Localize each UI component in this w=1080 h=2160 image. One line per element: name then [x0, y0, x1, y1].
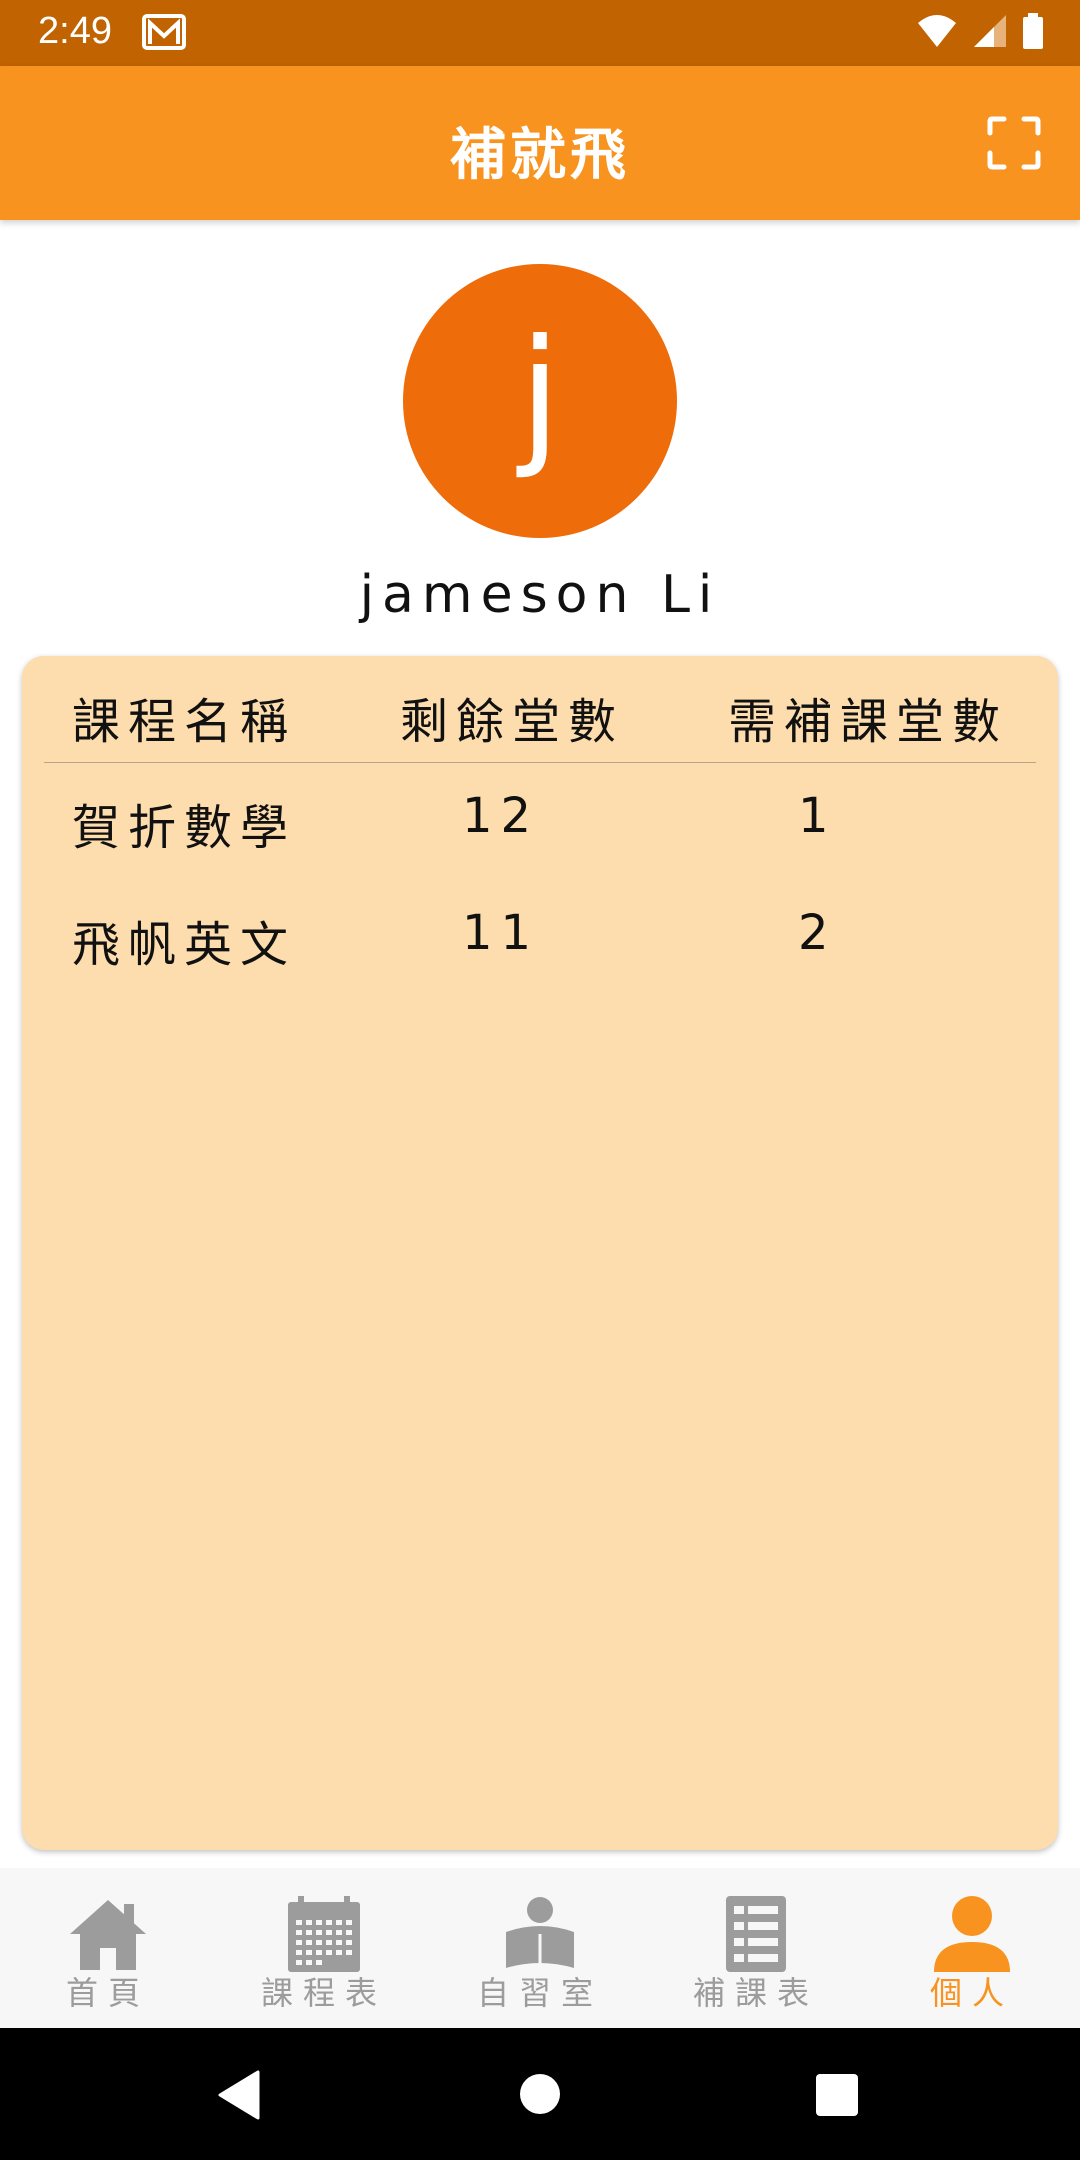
- nav-label-schedule: 課程表: [260, 1974, 387, 2012]
- remaining-count: 11: [462, 905, 540, 961]
- makeup-count: 1: [798, 788, 837, 844]
- bottom-nav: 首頁 課程表 自習室 補課表 個人: [0, 1868, 1080, 2028]
- nav-label-profile: 個人: [929, 1974, 1014, 2012]
- person-icon: [934, 1896, 1010, 1972]
- makeup-count: 2: [798, 905, 837, 961]
- battery-icon: [1022, 13, 1044, 53]
- table-row: 賀折數學 12 1: [22, 788, 1058, 898]
- course-name: 飛帆英文: [72, 917, 297, 973]
- nav-label-study-room: 自習室: [476, 1974, 603, 2012]
- avatar: j: [403, 264, 677, 538]
- nav-item-profile[interactable]: 個人: [864, 1868, 1080, 2028]
- status-time: 2:49: [38, 10, 112, 52]
- header-divider: [44, 762, 1036, 763]
- recents-icon[interactable]: [816, 2074, 858, 2116]
- home-icon: [70, 1900, 146, 1970]
- calendar-icon: [288, 1896, 360, 1972]
- nav-label-makeup-list: 補課表: [692, 1974, 819, 2012]
- app-title: 補就飛: [450, 123, 630, 188]
- header-remaining-classes: 剩餘堂數: [400, 694, 625, 750]
- back-icon[interactable]: [218, 2070, 262, 2120]
- remaining-count: 12: [462, 788, 540, 844]
- avatar-letter: j: [519, 308, 561, 482]
- table-header: 課程名稱 剩餘堂數 需補課堂數: [22, 656, 1058, 762]
- app-bar: 補就飛: [0, 66, 1080, 220]
- nav-item-schedule[interactable]: 課程表: [216, 1868, 432, 2028]
- course-name: 賀折數學: [72, 800, 297, 856]
- fullscreen-icon: [987, 116, 1041, 170]
- nav-label-home: 首頁: [65, 1974, 150, 2012]
- nav-item-makeup-list[interactable]: 補課表: [648, 1868, 864, 2028]
- course-table-card: 課程名稱 剩餘堂數 需補課堂數 賀折數學 12 1 飛帆英文 11 2: [22, 656, 1058, 1850]
- wifi-icon: [916, 13, 958, 53]
- system-nav-bar: [0, 2028, 1080, 2160]
- header-course-name: 課程名稱: [72, 694, 297, 750]
- home-button-icon[interactable]: [520, 2074, 560, 2114]
- status-bar: 2:49: [0, 0, 1080, 66]
- nav-item-home[interactable]: 首頁: [0, 1868, 216, 2028]
- study-room-icon: [506, 1897, 574, 1968]
- signal-icon: [972, 13, 1008, 53]
- nav-item-study-room[interactable]: 自習室: [432, 1868, 648, 2028]
- fullscreen-button[interactable]: [986, 115, 1042, 171]
- header-makeup-classes: 需補課堂數: [728, 694, 1009, 750]
- gmail-icon: [142, 14, 186, 54]
- table-row: 飛帆英文 11 2: [22, 905, 1058, 1015]
- list-icon: [726, 1896, 786, 1972]
- user-name: jameson Li: [359, 565, 721, 625]
